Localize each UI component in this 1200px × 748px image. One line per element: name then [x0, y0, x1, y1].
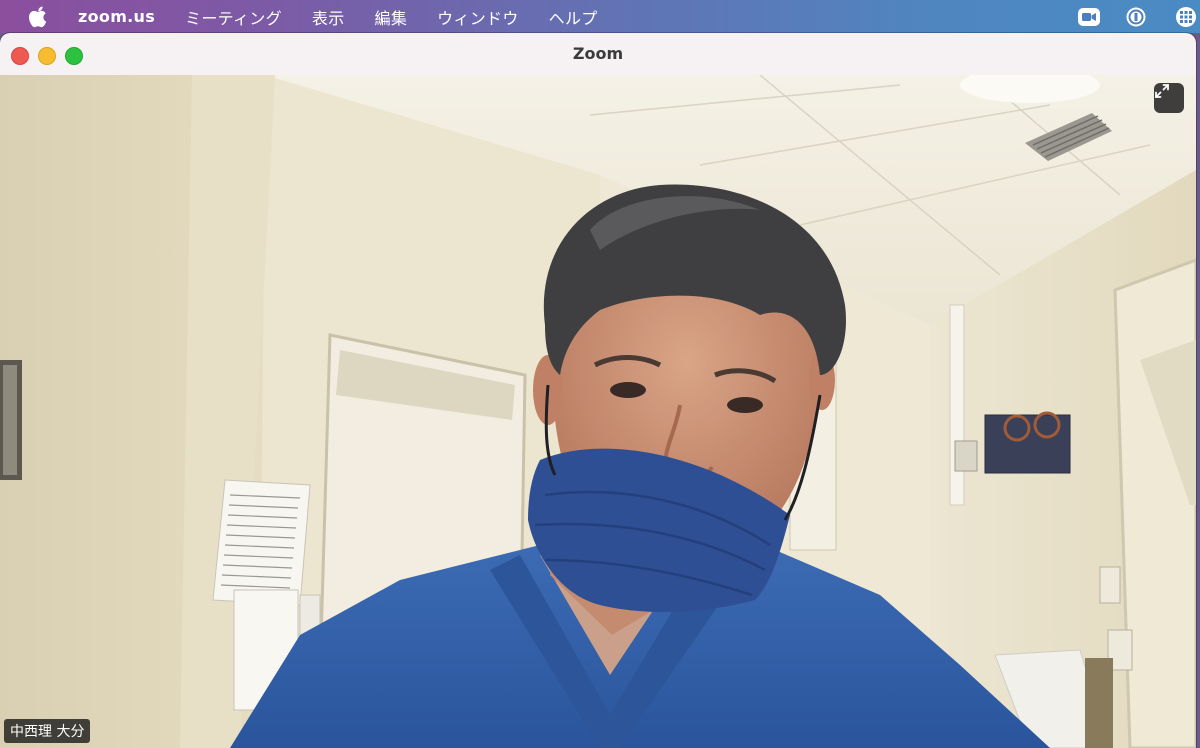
keyboard-input-icon[interactable] [1124, 6, 1148, 28]
expand-icon[interactable] [1154, 83, 1184, 113]
zoom-window: Zoom 中西理 大分 [0, 33, 1196, 748]
title-bar[interactable]: Zoom [0, 33, 1196, 76]
participant-video[interactable]: 中西理 大分 [0, 75, 1196, 748]
menu-help[interactable]: ヘルプ [549, 5, 598, 29]
menu-edit[interactable]: 編集 [375, 5, 408, 29]
control-grid-icon[interactable] [1174, 6, 1198, 28]
zoom-camera-icon[interactable] [1077, 6, 1101, 28]
video-frame-illustration [0, 75, 1196, 748]
menu-meeting[interactable]: ミーティング [185, 5, 282, 29]
window-title: Zoom [572, 44, 624, 63]
menu-bar: zoom.us ミーティング 表示 編集 ウィンドウ ヘルプ [0, 0, 1200, 33]
menu-view[interactable]: 表示 [312, 5, 345, 29]
participant-name-label: 中西理 大分 [4, 719, 91, 743]
menu-app-name[interactable]: zoom.us [78, 7, 155, 26]
menu-window[interactable]: ウィンドウ [437, 5, 519, 29]
apple-icon[interactable] [29, 6, 49, 28]
